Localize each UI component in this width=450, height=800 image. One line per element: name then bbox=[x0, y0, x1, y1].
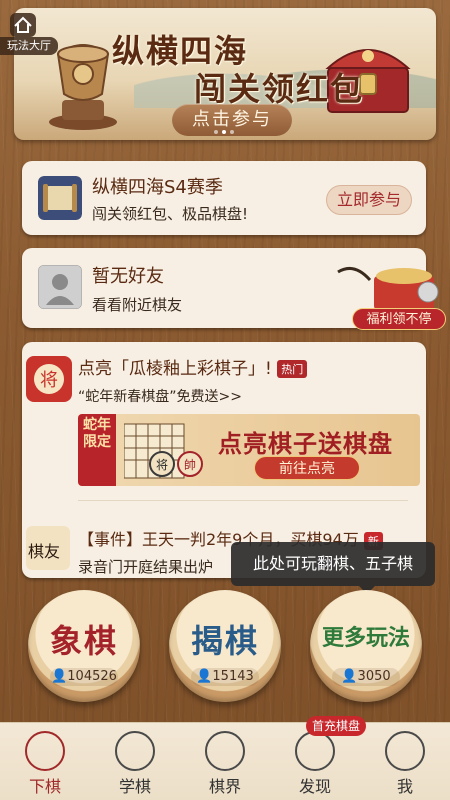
tab-me[interactable]: 我 bbox=[360, 723, 450, 800]
svg-text:帥: 帥 bbox=[184, 458, 196, 472]
scroll-icon bbox=[38, 176, 82, 220]
light-pieces-promo[interactable]: 蛇年限定 将 帥 点亮棋子送棋盘 前往点亮 bbox=[78, 414, 420, 486]
banner-pagination bbox=[214, 130, 234, 134]
welfare-widget[interactable]: 福利领不停 bbox=[330, 262, 450, 334]
xiangqi-button[interactable]: 象棋 👤104526 bbox=[28, 590, 140, 702]
jieqi-online-count: 👤15143 bbox=[191, 668, 259, 686]
xiangqi-online-count: 👤104526 bbox=[50, 668, 118, 686]
bottom-tab-bar: 下棋 学棋 棋界 发现 我 bbox=[0, 722, 450, 800]
hot-badge: 热门 bbox=[277, 360, 308, 378]
jieqi-button[interactable]: 揭棋 👤15143 bbox=[169, 590, 281, 702]
more-modes-online-count: 👤3050 bbox=[332, 668, 400, 686]
promo-banner[interactable]: 纵横四海 闯关领红包 点击参与 bbox=[14, 8, 436, 140]
first-charge-badge: 首充棋盘 bbox=[306, 716, 367, 736]
tab-play[interactable]: 下棋 bbox=[0, 723, 90, 800]
friends-subtitle[interactable]: 看看附近棋友 bbox=[92, 294, 182, 315]
welfare-label: 福利领不停 bbox=[352, 308, 446, 330]
tab-play-label: 下棋 bbox=[28, 777, 61, 796]
default-avatar-icon bbox=[38, 265, 82, 309]
friends-title: 暂无好友 bbox=[92, 266, 164, 287]
svg-text:将: 将 bbox=[40, 370, 58, 391]
more-modes-tooltip: 此处可玩翻棋、五子棋 bbox=[231, 542, 435, 594]
tab-discover-label: 发现 bbox=[298, 777, 331, 796]
go-light-button[interactable]: 前往点亮 bbox=[254, 456, 360, 480]
season-subtitle: 闯关领红包、极品棋盘! bbox=[92, 205, 249, 223]
tab-community-label: 棋界 bbox=[208, 777, 241, 796]
xiangqi-label: 象棋 bbox=[49, 622, 118, 660]
qiyou-logo-text: 棋友 bbox=[28, 542, 61, 561]
feed-item1-title[interactable]: 点亮「瓜棱釉上彩棋子」! 热门 bbox=[78, 354, 308, 379]
feed-item2-subtitle[interactable]: 录音门开庭结果出炉 bbox=[78, 556, 213, 577]
jieqi-label: 揭棋 bbox=[190, 622, 259, 660]
promo-title: 点亮棋子送棋盘 bbox=[218, 429, 393, 458]
lobby-label: 玩法大厅 bbox=[0, 37, 58, 55]
tab-community[interactable]: 棋界 bbox=[180, 723, 270, 800]
snake-year-tag: 蛇年限定 bbox=[78, 414, 116, 486]
season-card[interactable]: 纵横四海S4赛季 闯关领红包、极品棋盘! 立即参与 bbox=[22, 161, 426, 235]
jiang-piece-icon: 将 bbox=[26, 356, 72, 402]
join-now-button[interactable]: 立即参与 bbox=[326, 185, 412, 215]
feed-item1-subtitle[interactable]: “蛇年新春棋盘”免费送>> bbox=[78, 386, 242, 406]
lobby-button[interactable]: 玩法大厅 bbox=[0, 13, 58, 57]
more-modes-button[interactable]: 更多玩法 👤3050 bbox=[310, 590, 422, 702]
shuai-icon bbox=[25, 731, 65, 771]
svg-text:将: 将 bbox=[156, 458, 168, 472]
chess-board-icon: 将 帥 bbox=[124, 423, 203, 479]
tab-me-label: 我 bbox=[396, 777, 413, 796]
chat-icon bbox=[205, 731, 245, 771]
season-title: 纵横四海S4赛季 bbox=[92, 177, 223, 198]
more-modes-label: 更多玩法 bbox=[321, 625, 410, 651]
tab-learn[interactable]: 学棋 bbox=[90, 723, 180, 800]
tab-learn-label: 学棋 bbox=[118, 777, 151, 796]
user-icon bbox=[385, 731, 425, 771]
feed-divider bbox=[78, 500, 408, 501]
compass-icon bbox=[295, 731, 335, 771]
home-icon bbox=[10, 13, 36, 37]
book-icon bbox=[115, 731, 155, 771]
